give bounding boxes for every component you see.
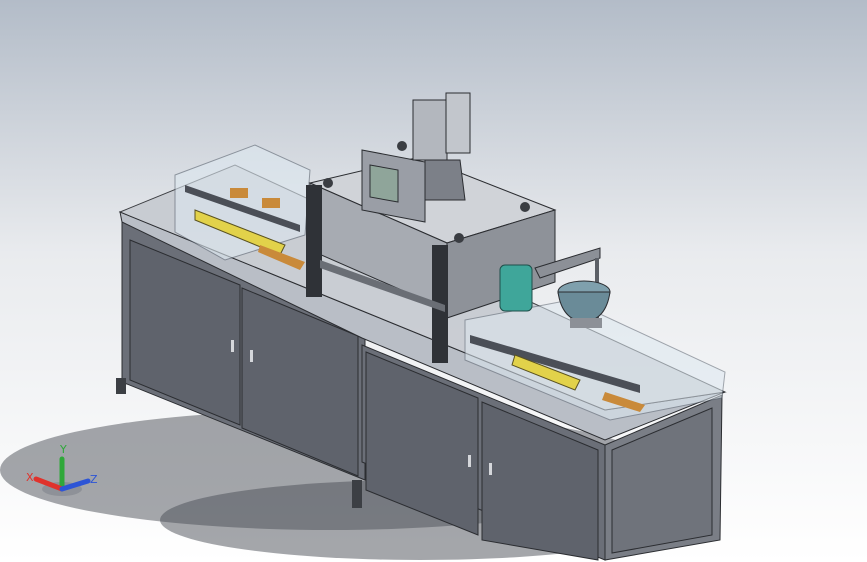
orientation-triad[interactable]: Y X Z [22,443,102,507]
machine-model[interactable] [0,0,867,562]
left-fixture [262,198,280,208]
x-axis-label: X [26,471,34,484]
cylinder-mount [424,159,466,201]
cylinder-2 [445,92,471,154]
teal-motor [499,264,533,312]
bolt [397,141,407,151]
bolt [323,178,333,188]
bolt [520,202,530,212]
cad-viewport[interactable]: Y X Z [0,0,867,562]
cylinder-1 [412,99,448,161]
leg [352,480,362,508]
door-handle [489,463,492,475]
bowl-base [570,318,602,328]
door-handle [250,350,253,362]
leg [116,378,126,394]
control-screen[interactable] [369,164,399,203]
door-handle [231,340,234,352]
y-axis-label: Y [60,443,67,456]
left-fixture [230,188,248,198]
bolt [454,233,464,243]
door-handle [468,455,471,467]
press-column-left [306,185,322,297]
z-axis-label: Z [90,473,98,486]
